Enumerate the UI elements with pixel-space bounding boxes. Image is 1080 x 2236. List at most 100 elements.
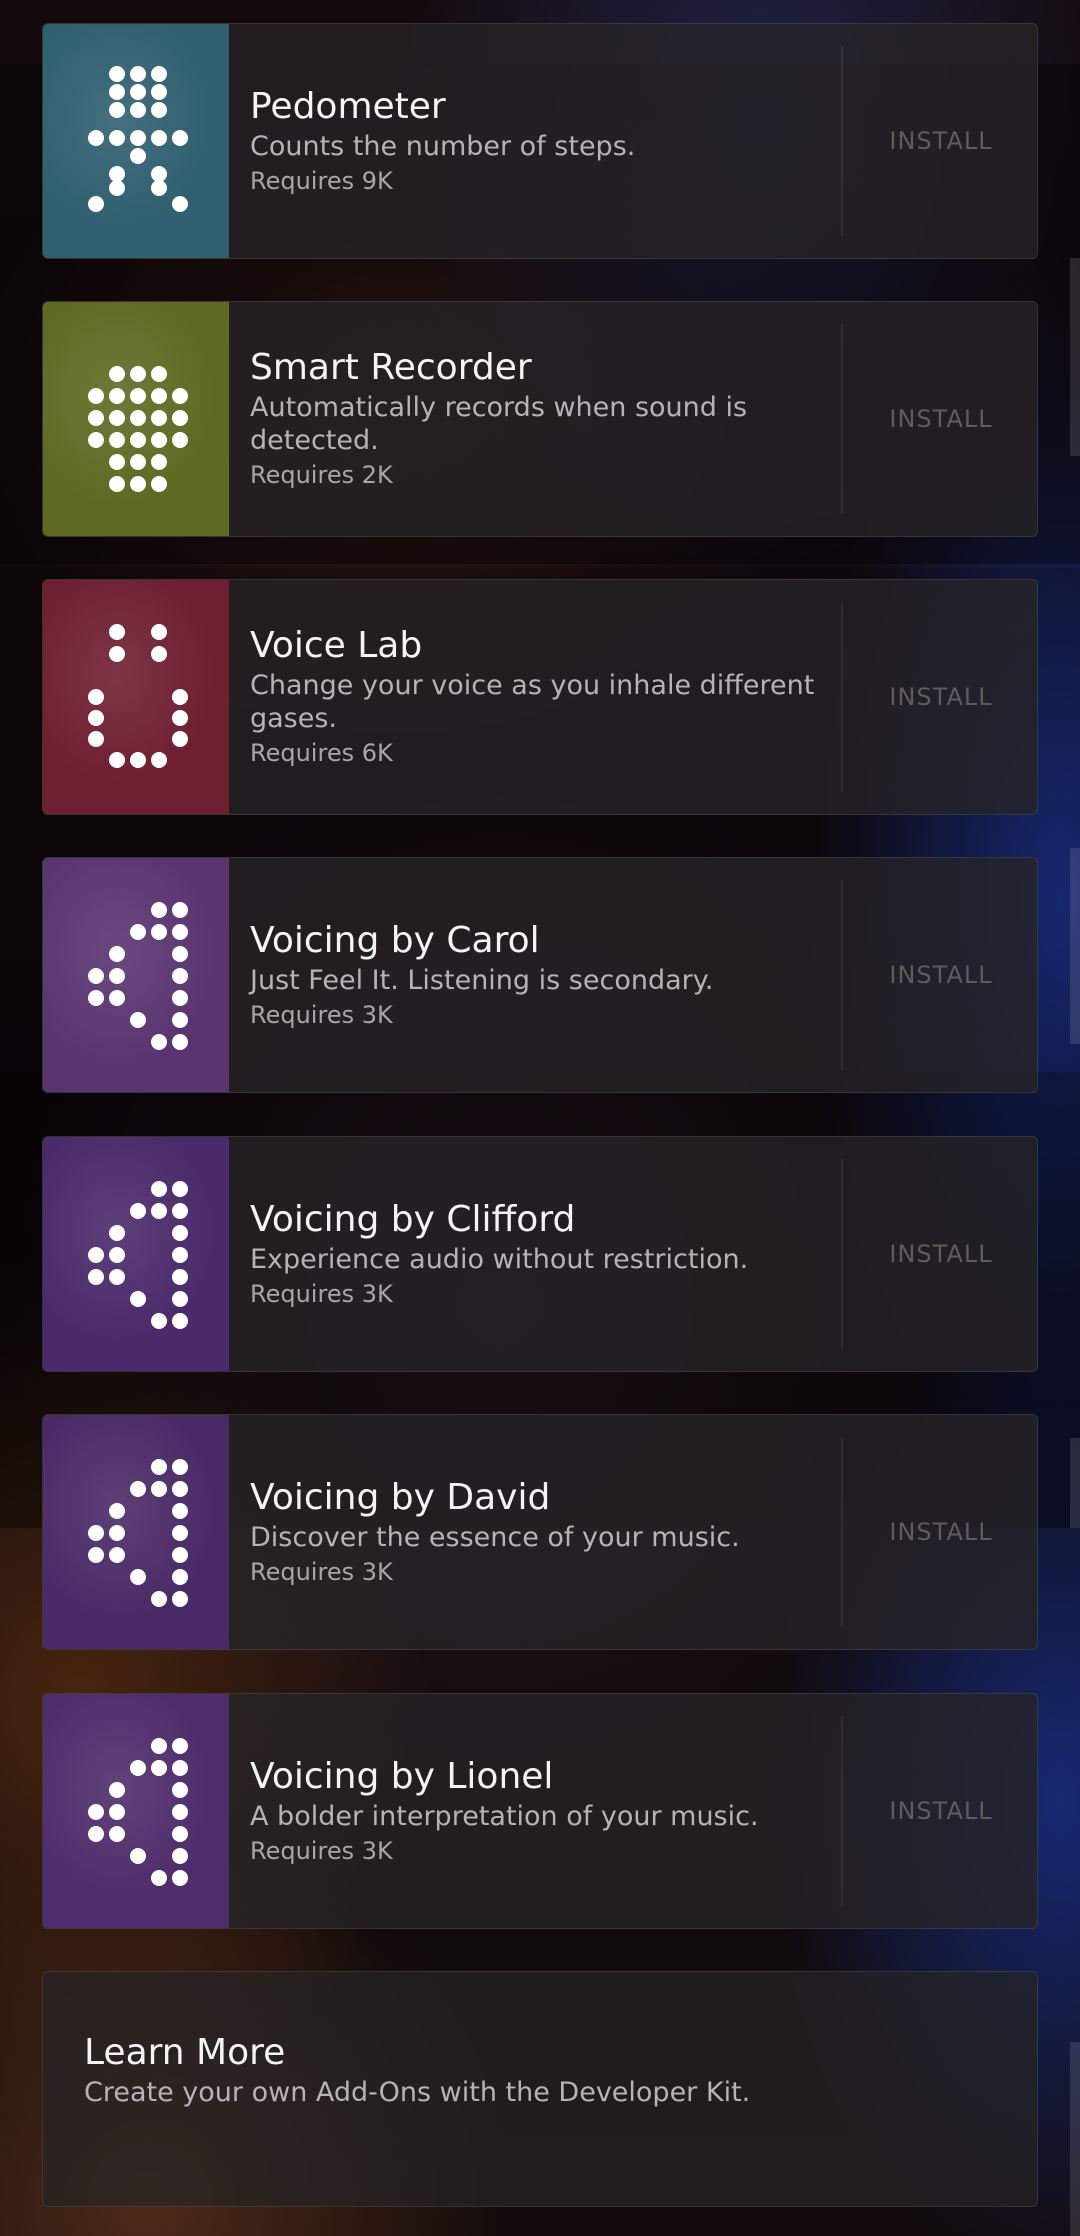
icon-dot	[130, 66, 146, 82]
icon-dot	[130, 924, 146, 940]
icon-dot	[109, 180, 125, 196]
microphone-grid-icon	[88, 366, 188, 492]
addon-tile	[43, 1415, 229, 1649]
addon-info: Voicing by Clifford Experience audio wit…	[250, 1137, 850, 1371]
icon-dot	[109, 130, 125, 146]
install-button[interactable]: INSTALL	[843, 24, 1037, 258]
addon-tile	[43, 24, 229, 258]
icon-dot	[88, 196, 104, 212]
addon-requirement: Requires 6K	[250, 739, 393, 767]
addon-description: Counts the number of steps.	[250, 130, 636, 162]
icon-dot	[109, 102, 125, 118]
speaker-icon	[88, 1181, 188, 1329]
icon-dot	[172, 1738, 188, 1754]
icon-dot	[130, 752, 146, 768]
addon-title: Voicing by Lionel	[250, 1755, 554, 1797]
addon-title: Smart Recorder	[250, 347, 532, 388]
icon-dot	[172, 410, 188, 426]
icon-dot	[109, 968, 125, 984]
addon-requirement: Requires 3K	[250, 1836, 393, 1865]
icon-dot	[88, 990, 104, 1006]
icon-dot	[151, 1034, 167, 1050]
addon-title: Pedometer	[250, 85, 446, 127]
icon-dot	[172, 1481, 188, 1497]
icon-dot	[172, 946, 188, 962]
install-button[interactable]: INSTALL	[843, 580, 1037, 814]
icon-dot	[151, 1203, 167, 1219]
icon-dot	[130, 388, 146, 404]
icon-dot	[109, 646, 125, 662]
speaker-icon	[88, 1459, 188, 1607]
icon-dot	[172, 1034, 188, 1050]
addon-card-voicing-carol[interactable]: Voicing by Carol Just Feel It. Listening…	[42, 857, 1038, 1093]
icon-dot	[88, 1804, 104, 1820]
addon-card-smart-recorder[interactable]: Smart Recorder Automatically records whe…	[42, 301, 1038, 537]
icon-dot	[109, 946, 125, 962]
icon-dot	[172, 196, 188, 212]
icon-dot	[109, 1269, 125, 1285]
icon-dot	[88, 1269, 104, 1285]
icon-dot	[88, 1525, 104, 1541]
icon-dot	[151, 624, 167, 640]
icon-dot	[151, 432, 167, 448]
icon-dot	[172, 1181, 188, 1197]
icon-dot	[172, 689, 188, 705]
icon-dot	[172, 1547, 188, 1563]
speaker-icon	[88, 902, 188, 1050]
addon-tile	[43, 858, 229, 1092]
learn-more-title: Learn More	[84, 2032, 286, 2073]
learn-more-description: Create your own Add-Ons with the Develop…	[84, 2077, 751, 2108]
addon-info: Pedometer Counts the number of steps. Re…	[250, 24, 850, 258]
icon-dot	[151, 752, 167, 768]
addon-requirement: Requires 3K	[250, 1000, 393, 1029]
icon-dot	[172, 990, 188, 1006]
addon-tile	[43, 302, 229, 536]
icon-dot	[88, 731, 104, 747]
icon-dot	[151, 1481, 167, 1497]
icon-dot	[151, 102, 167, 118]
icon-dot	[88, 710, 104, 726]
icon-dot	[151, 84, 167, 100]
install-button[interactable]: INSTALL	[843, 1415, 1037, 1649]
addon-card-voice-lab[interactable]: Voice Lab Change your voice as you inhal…	[42, 579, 1038, 815]
icon-dot	[151, 1738, 167, 1754]
icon-dot	[109, 84, 125, 100]
learn-more-card[interactable]: Learn More Create your own Add-Ons with …	[42, 1971, 1038, 2207]
install-button[interactable]: INSTALL	[843, 858, 1037, 1092]
icon-dot	[109, 366, 125, 382]
addon-title: Voice Lab	[250, 625, 423, 666]
icon-dot	[172, 1291, 188, 1307]
icon-dot	[109, 1547, 125, 1563]
icon-dot	[109, 388, 125, 404]
icon-dot	[109, 1225, 125, 1241]
addon-list: Pedometer Counts the number of steps. Re…	[0, 0, 1080, 2236]
icon-dot	[172, 1203, 188, 1219]
icon-dot	[109, 432, 125, 448]
install-button[interactable]: INSTALL	[843, 1137, 1037, 1371]
icon-dot	[88, 130, 104, 146]
addon-card-voicing-lionel[interactable]: Voicing by Lionel A bolder interpretatio…	[42, 1693, 1038, 1929]
install-button[interactable]: INSTALL	[843, 1694, 1037, 1928]
addon-requirement: Requires 3K	[250, 1279, 393, 1308]
addon-description: A bolder interpretation of your music.	[250, 1800, 759, 1832]
icon-dot	[151, 902, 167, 918]
install-button[interactable]: INSTALL	[843, 302, 1037, 536]
addon-info: Voicing by Carol Just Feel It. Listening…	[250, 858, 850, 1092]
icon-dot	[172, 1247, 188, 1263]
icon-dot	[172, 1459, 188, 1475]
addon-card-voicing-david[interactable]: Voicing by David Discover the essence of…	[42, 1414, 1038, 1650]
addon-tile	[43, 1694, 229, 1928]
icon-dot	[151, 166, 167, 182]
icon-dot	[172, 1826, 188, 1842]
icon-dot	[88, 410, 104, 426]
icon-dot	[151, 1313, 167, 1329]
addon-requirement: Requires 9K	[250, 166, 393, 195]
icon-dot	[130, 1012, 146, 1028]
addon-card-voicing-clifford[interactable]: Voicing by Clifford Experience audio wit…	[42, 1136, 1038, 1372]
icon-dot	[130, 1569, 146, 1585]
addon-card-pedometer[interactable]: Pedometer Counts the number of steps. Re…	[42, 23, 1038, 259]
pedometer-icon	[88, 66, 188, 212]
icon-dot	[151, 1760, 167, 1776]
icon-dot	[151, 366, 167, 382]
icon-dot	[172, 731, 188, 747]
